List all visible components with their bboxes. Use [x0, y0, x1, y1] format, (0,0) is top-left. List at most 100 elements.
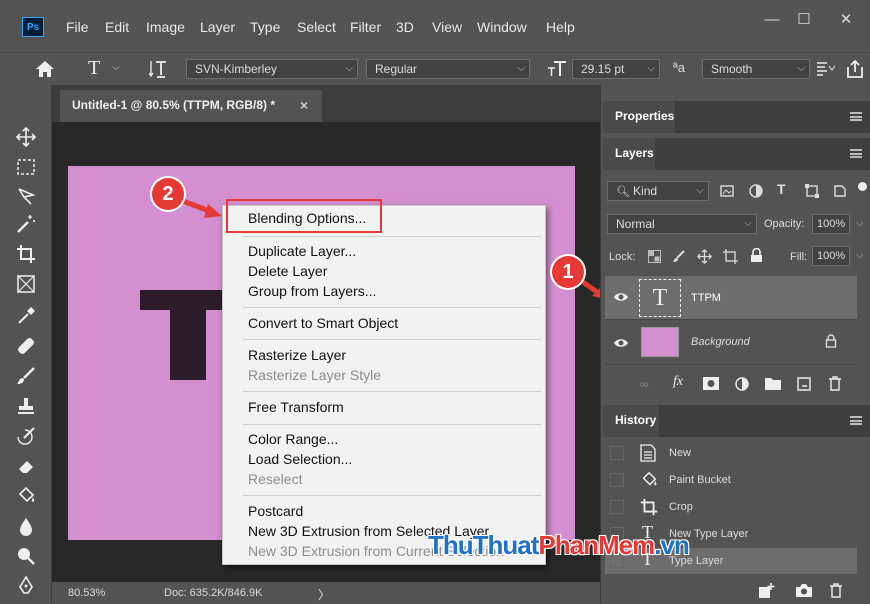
adjustment-layer-icon[interactable]: [735, 377, 749, 391]
lock-all-icon[interactable]: [750, 248, 763, 263]
font-family-dropdown[interactable]: SVN-Kimberley ⌵: [186, 59, 358, 79]
dodge-tool-icon[interactable]: [15, 545, 37, 567]
eyedropper-tool-icon[interactable]: [15, 305, 37, 327]
layer-name[interactable]: Background: [691, 336, 750, 348]
frame-tool-icon[interactable]: [15, 273, 37, 295]
chevron-down-icon[interactable]: ⌵: [856, 250, 864, 261]
menu-item-color-range[interactable]: Color Range...: [248, 431, 338, 447]
history-snapshot-checkbox[interactable]: [610, 500, 624, 514]
stamp-tool-icon[interactable]: [15, 395, 37, 417]
filter-shape-icon[interactable]: [805, 184, 819, 198]
menu-item-load-selection[interactable]: Load Selection...: [248, 451, 352, 467]
visibility-eye-icon[interactable]: [613, 337, 629, 349]
history-snapshot-checkbox[interactable]: [610, 473, 624, 487]
marquee-tool-icon[interactable]: [15, 156, 37, 178]
new-layer-icon[interactable]: [797, 377, 811, 391]
menu-item-duplicate-layer[interactable]: Duplicate Layer...: [248, 243, 356, 259]
tab-history[interactable]: History: [603, 405, 659, 437]
layer-fx-icon[interactable]: fx: [673, 374, 683, 390]
zoom-level[interactable]: 80.53%: [68, 587, 105, 599]
menu-3d[interactable]: 3D: [396, 19, 414, 35]
filter-smart-object-icon[interactable]: [833, 184, 847, 198]
menu-window[interactable]: Window: [477, 19, 527, 35]
panel-menu-icon[interactable]: [850, 149, 862, 158]
menu-select[interactable]: Select: [297, 19, 336, 35]
link-layers-icon[interactable]: ∞: [640, 377, 649, 391]
layer-row-ttpm[interactable]: T TTPM: [605, 276, 857, 320]
lock-position-icon[interactable]: [697, 249, 712, 264]
magic-wand-tool-icon[interactable]: [15, 213, 37, 235]
menu-type[interactable]: Type: [250, 19, 280, 35]
type-tool-icon[interactable]: T: [88, 57, 100, 80]
filter-type-icon[interactable]: T: [777, 181, 786, 197]
antialias-dropdown[interactable]: Smooth ⌵: [702, 59, 810, 79]
delete-layer-icon[interactable]: [828, 376, 842, 391]
new-document-from-state-icon[interactable]: [759, 583, 775, 598]
commit-icon[interactable]: [844, 58, 866, 80]
close-button[interactable]: ✕: [832, 8, 860, 32]
layer-name[interactable]: TTPM: [691, 292, 721, 304]
menu-edit[interactable]: Edit: [105, 19, 129, 35]
panel-menu-icon[interactable]: [850, 112, 862, 121]
history-brush-tool-icon[interactable]: [15, 425, 37, 447]
history-item[interactable]: Crop: [605, 494, 857, 520]
layer-row-background[interactable]: Background: [605, 321, 857, 365]
eraser-tool-icon[interactable]: [15, 455, 37, 477]
filter-adjustment-icon[interactable]: [749, 184, 763, 198]
menu-file[interactable]: File: [66, 19, 89, 35]
lock-brush-icon[interactable]: [672, 249, 686, 263]
filter-toggle-icon[interactable]: [858, 182, 867, 191]
fill-field[interactable]: 100%: [812, 246, 850, 266]
pen-tool-icon[interactable]: [15, 575, 37, 597]
font-style-dropdown[interactable]: Regular ⌵: [366, 59, 530, 79]
visibility-eye-icon[interactable]: [613, 291, 629, 303]
crop-tool-icon[interactable]: [15, 243, 37, 265]
chevron-down-icon[interactable]: ⌵: [856, 218, 864, 229]
lock-artboard-icon[interactable]: [723, 249, 738, 264]
new-group-icon[interactable]: [765, 377, 781, 390]
history-snapshot-checkbox[interactable]: [610, 446, 624, 460]
menu-filter[interactable]: Filter: [350, 19, 381, 35]
chevron-down-icon[interactable]: ⌵: [112, 62, 120, 73]
menu-item-free-transform[interactable]: Free Transform: [248, 399, 344, 415]
text-orientation-icon[interactable]: [149, 58, 169, 80]
opacity-field[interactable]: 100%: [812, 214, 850, 234]
panel-menu-icon[interactable]: [850, 416, 862, 425]
history-item[interactable]: Paint Bucket: [605, 467, 857, 493]
lock-transparent-icon[interactable]: [648, 250, 661, 263]
menu-layer[interactable]: Layer: [200, 19, 235, 35]
crop-icon: [639, 497, 659, 517]
lasso-tool-icon[interactable]: [15, 185, 37, 207]
delete-state-icon[interactable]: [829, 583, 843, 598]
history-item[interactable]: New: [605, 440, 857, 466]
home-icon[interactable]: [34, 59, 56, 79]
paint-bucket-tool-icon[interactable]: [15, 485, 37, 507]
tab-close-icon[interactable]: ×: [300, 90, 308, 120]
healing-brush-tool-icon[interactable]: [15, 335, 37, 357]
move-tool-icon[interactable]: [15, 126, 37, 148]
filter-pixel-icon[interactable]: [720, 184, 734, 198]
camera-icon[interactable]: [796, 584, 812, 597]
layer-filter-dropdown[interactable]: 🔍︎ Kind ⌵: [607, 181, 709, 201]
document-tab[interactable]: Untitled-1 @ 80.5% (TTPM, RGB/8) * ×: [60, 90, 322, 122]
menu-help[interactable]: Help: [546, 19, 575, 35]
menu-view[interactable]: View: [432, 19, 462, 35]
chevron-right-icon[interactable]: 〉: [318, 586, 330, 603]
align-icon[interactable]: [815, 59, 837, 79]
maximize-button[interactable]: ☐: [790, 8, 818, 32]
brush-tool-icon[interactable]: [15, 365, 37, 387]
menu-image[interactable]: Image: [146, 19, 185, 35]
minimize-button[interactable]: —: [758, 8, 786, 32]
layer-thumbnail-type: T: [639, 279, 681, 317]
tab-layers[interactable]: Layers: [603, 138, 655, 170]
tab-properties[interactable]: Properties: [603, 101, 675, 133]
menu-item-convert-smart-object[interactable]: Convert to Smart Object: [248, 315, 398, 331]
blend-mode-dropdown[interactable]: Normal ⌵: [607, 214, 757, 234]
add-mask-icon[interactable]: [703, 377, 719, 390]
font-size-field[interactable]: 29.15 pt ⌵: [572, 59, 660, 79]
menu-item-delete-layer[interactable]: Delete Layer: [248, 263, 327, 279]
menu-item-group-from-layers[interactable]: Group from Layers...: [248, 283, 376, 299]
menu-item-postcard[interactable]: Postcard: [248, 503, 303, 519]
blur-tool-icon[interactable]: [15, 515, 37, 537]
menu-item-rasterize-layer[interactable]: Rasterize Layer: [248, 347, 346, 363]
